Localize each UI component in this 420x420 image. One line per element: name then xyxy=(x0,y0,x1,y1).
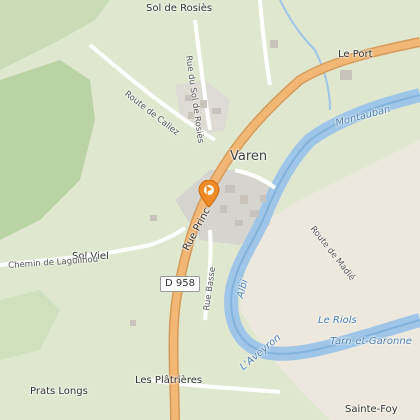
place-label-sainte-foy: Sainte-Foy xyxy=(345,404,398,415)
label-le-riols: Le Riols xyxy=(318,315,357,326)
place-label-prats-longs: Prats Longs xyxy=(30,386,88,397)
place-label-les-platrieres: Les Plâtrières xyxy=(135,375,203,386)
place-label-le-port: Le Port xyxy=(338,49,373,60)
place-label-sol-de-rosies: Sol de Rosiès xyxy=(146,3,213,14)
road-shield-d958: D 958 xyxy=(160,276,200,292)
location-pin-icon-graphic xyxy=(198,180,220,208)
label-tarn-et-garonne: Tarn-et-Garonne xyxy=(330,336,412,347)
map-canvas[interactable]: Sol de Rosiès Le Port Varen Sol Viel Pra… xyxy=(0,0,420,420)
location-pin-icon[interactable] xyxy=(198,180,220,208)
place-label-varen: Varen xyxy=(230,149,268,164)
